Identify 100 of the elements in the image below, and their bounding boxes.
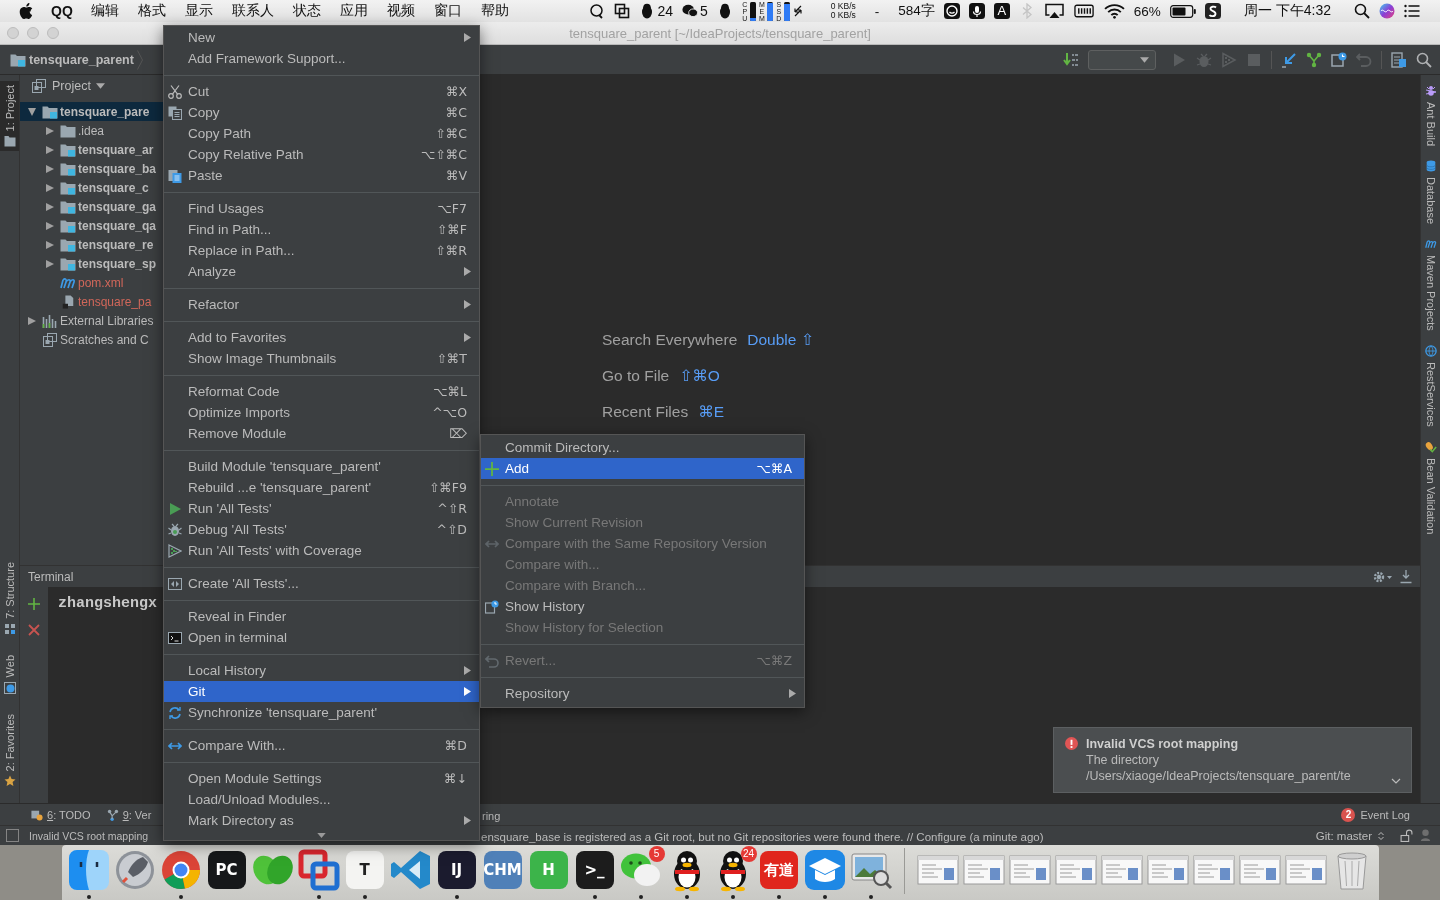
menu-item[interactable]: Copy Relative Path ⌥⇧⌘C	[164, 144, 479, 165]
magnifier-icon[interactable]	[589, 3, 606, 19]
tool-window-tab[interactable]: ring	[482, 809, 501, 822]
menu-item[interactable]: Run 'All Tests' with Coverage	[164, 540, 479, 561]
tool-window-tab[interactable]: Database	[1424, 160, 1437, 225]
expand-arrow-icon[interactable]	[46, 126, 54, 135]
tree-item[interactable]: tensquare_re	[20, 235, 163, 254]
tree-item[interactable]: tensquare_c	[20, 178, 163, 197]
menu-bar-item[interactable]: 编辑	[90, 2, 119, 20]
menu-item[interactable]: Open in terminal	[164, 627, 479, 648]
overlapping-squares-icon[interactable]	[614, 3, 631, 19]
menu-item[interactable]: Synchronize 'tensquare_parent'	[164, 702, 479, 723]
expand-chevron-icon[interactable]	[1391, 778, 1401, 784]
event-log-tab[interactable]: Event Log	[1360, 808, 1410, 821]
dotted-play-icon[interactable]	[1221, 51, 1237, 68]
menu-item[interactable]: Add ⌥⌘A	[481, 458, 804, 479]
app-tile[interactable]: IJ	[437, 851, 476, 889]
tool-window-tab[interactable]: 2: Favorites	[0, 709, 19, 791]
expand-arrow-icon[interactable]	[28, 107, 36, 116]
menu-item[interactable]: Commit Directory...	[481, 437, 804, 458]
expand-arrow-icon[interactable]	[46, 183, 54, 192]
git-branch-selector[interactable]: Git: master	[1315, 829, 1372, 842]
tree-item[interactable]: .idea	[20, 121, 163, 140]
tool-window-tab[interactable]: 9: Ver	[122, 808, 152, 821]
menu-bar-item[interactable]: 应用	[339, 2, 368, 20]
tree-item[interactable]: tensquare_qa	[20, 216, 163, 235]
settings-icon[interactable]	[1372, 569, 1392, 584]
menu-bar-item[interactable]: 联系人	[231, 2, 274, 20]
tree-item[interactable]: tensquare_pa	[20, 292, 163, 311]
close-icon[interactable]	[28, 624, 40, 636]
wave-tile-icon[interactable]	[1204, 3, 1221, 19]
tree-item[interactable]: tensquare_ar	[20, 140, 163, 159]
menu-item[interactable]: Replace in Path... ⇧⌘R	[164, 240, 479, 261]
menu-item[interactable]: Git	[164, 681, 479, 702]
menu-item[interactable]: Build Module 'tensquare_parent'	[164, 456, 479, 477]
download-arrow-icon[interactable]	[1063, 51, 1079, 68]
tool-window-tab[interactable]: Web	[0, 651, 19, 698]
menu-item[interactable]: Optimize Imports ^⌥O	[164, 402, 479, 423]
menu-item[interactable]: Create 'All Tests'...	[164, 573, 479, 594]
menu-bar-item[interactable]: 帮助	[480, 2, 509, 20]
expand-arrow-icon[interactable]	[46, 145, 54, 154]
menu-item[interactable]: Show History	[481, 596, 804, 617]
app-menu[interactable]: QQ	[51, 3, 73, 19]
menu-item[interactable]: Copy ⌘C	[164, 102, 479, 123]
ribbon-icon[interactable]	[388, 848, 433, 892]
tool-window-tab[interactable]: Ant Build	[1424, 85, 1437, 147]
clock[interactable]: 周一 下午4:32	[1243, 2, 1331, 20]
tool-window-tab[interactable]: 1: Project	[0, 81, 19, 152]
smiley-icon[interactable]	[943, 3, 960, 19]
scroll-down-icon[interactable]	[317, 833, 326, 838]
tree-item[interactable]: External Libraries	[20, 311, 163, 330]
expand-arrow-icon[interactable]	[46, 259, 54, 268]
tree-item[interactable]: Scratches and C	[20, 330, 163, 349]
up-down-icon[interactable]	[1378, 830, 1384, 841]
menu-bar-item[interactable]: 状态	[292, 2, 321, 20]
expand-arrow-icon[interactable]	[46, 164, 54, 173]
menu-item[interactable]: Repository	[481, 683, 804, 704]
menu-bar-item[interactable]: 格式	[137, 2, 166, 20]
app-tile[interactable]: CHM	[483, 851, 522, 889]
menu-item[interactable]: Show Image Thumbnails ⇧⌘T	[164, 348, 479, 369]
tree-item[interactable]: tensquare_ba	[20, 159, 163, 178]
graduation-cap-icon[interactable]	[802, 848, 847, 892]
branch-icon[interactable]	[106, 808, 119, 821]
tree-item[interactable]: tensquare_ga	[20, 197, 163, 216]
menu-bar-item[interactable]: 视频	[386, 2, 415, 20]
menu-item[interactable]: Add Framework Support...	[164, 48, 479, 69]
unlocked-padlock-icon[interactable]	[1400, 829, 1413, 842]
striped-box-icon[interactable]	[1073, 3, 1095, 19]
menu-item[interactable]: Paste ⌘V	[164, 165, 479, 186]
menu-item[interactable]: Find Usages ⌥F7	[164, 198, 479, 219]
menu-item[interactable]: Local History	[164, 660, 479, 681]
tool-window-tab[interactable]: 6: TODO	[47, 808, 91, 821]
breadcrumb[interactable]: tensquare_parent	[29, 52, 134, 67]
input-mode-indicator[interactable]: A	[993, 3, 1010, 19]
tool-window-tab[interactable]: Maven Projects	[1424, 238, 1437, 331]
list-icon[interactable]	[1404, 3, 1420, 19]
menu-item[interactable]: Refactor	[164, 294, 479, 315]
arrow-to-line-icon[interactable]	[1400, 569, 1412, 584]
two-tone-tile-icon[interactable]	[66, 848, 111, 892]
expand-arrow-icon[interactable]	[46, 221, 54, 230]
menu-item[interactable]: Rebuild ...e 'tensquare_parent' ⇧⌘F9	[164, 477, 479, 498]
diagonal-arrow-icon[interactable]	[1281, 51, 1297, 68]
menu-item[interactable]: Compare With... ⌘D	[164, 735, 479, 756]
app-tile[interactable]: >_	[575, 851, 614, 889]
branch-icon[interactable]	[1306, 51, 1322, 68]
menu-item[interactable]: Reveal in Finder	[164, 606, 479, 627]
square-icon[interactable]	[6, 829, 19, 842]
menu-item[interactable]: Load/Unload Modules...	[164, 789, 479, 810]
chat-bubbles-icon[interactable]	[682, 3, 698, 19]
menu-item[interactable]: Find in Path... ⇧⌘F	[164, 219, 479, 240]
document-icon[interactable]	[1391, 51, 1407, 68]
plus-icon[interactable]	[28, 598, 40, 610]
menu-bar-item[interactable]: 窗口	[433, 2, 462, 20]
menu-item[interactable]: Run 'All Tests' ^⇧R	[164, 498, 479, 519]
expand-arrow-icon[interactable]	[28, 316, 36, 325]
menu-item[interactable]: New	[164, 27, 479, 48]
menu-item[interactable]: Add to Favorites	[164, 327, 479, 348]
tool-window-tab[interactable]: RestServices	[1424, 344, 1437, 427]
tool-window-tab[interactable]: 7: Structure	[0, 558, 19, 640]
tool-window-tab[interactable]: Bean Validation	[1424, 440, 1437, 534]
